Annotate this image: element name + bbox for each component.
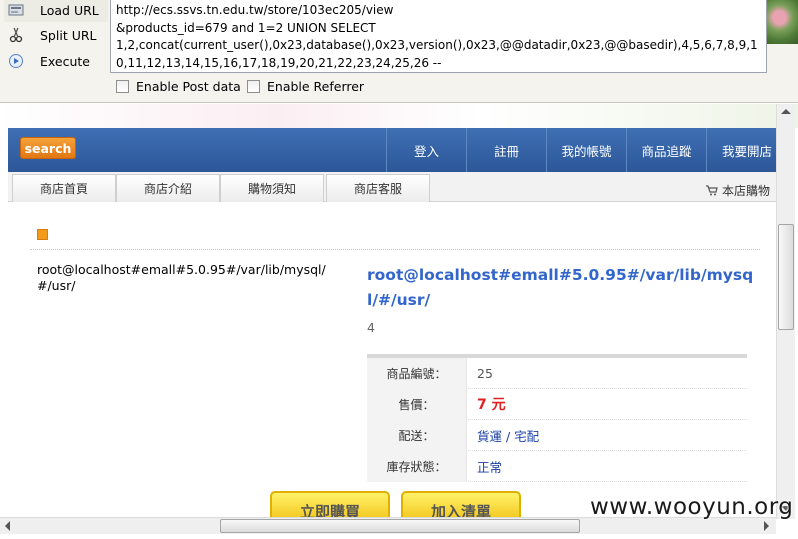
info-row-product-id: 商品編號： 25: [367, 357, 747, 389]
vertical-scroll-thumb[interactable]: [778, 224, 794, 330]
info-label: 庫存狀態：: [367, 450, 467, 482]
bullet-icon: [37, 229, 48, 240]
scroll-left-arrow-icon[interactable]: [5, 521, 10, 531]
product-subtitle: 4: [367, 320, 375, 335]
load-url-button[interactable]: Load URL: [4, 0, 108, 22]
cart-label: 本店購物: [722, 184, 771, 198]
tab-customer-service[interactable]: 商店客服: [326, 174, 430, 202]
checkbox-box[interactable]: [247, 80, 260, 93]
execute-button[interactable]: Execute: [4, 49, 108, 73]
scissors-icon: [8, 27, 24, 43]
execute-label: Execute: [40, 53, 90, 69]
tab-store-intro[interactable]: 商店介紹: [116, 174, 220, 202]
enable-post-label: Enable Post data: [136, 79, 241, 94]
tab-store-home[interactable]: 商店首頁: [12, 174, 116, 202]
info-row-price: 售價： 7 元: [367, 388, 747, 420]
store-cart-link[interactable]: 本店購物: [706, 182, 770, 199]
nav-register[interactable]: 註冊: [466, 128, 546, 172]
vertical-scrollbar[interactable]: [776, 104, 795, 519]
nav-login[interactable]: 登入: [386, 128, 466, 172]
divider: [30, 249, 760, 250]
enable-referrer-label: Enable Referrer: [267, 79, 365, 94]
execute-icon: [8, 53, 24, 69]
product-title: root@localhost#emall#5.0.95#/var/lib/mys…: [367, 266, 754, 309]
scroll-right-arrow-icon[interactable]: [764, 521, 769, 531]
info-value: 25: [477, 365, 493, 381]
scroll-up-arrow-icon[interactable]: [781, 109, 791, 114]
info-label: 商品編號：: [367, 357, 467, 389]
checkbox-box[interactable]: [116, 80, 129, 93]
cart-icon: [706, 185, 718, 196]
delivery-value[interactable]: 貨運 / 宅配: [467, 426, 539, 445]
url-textarea[interactable]: http://ecs.ssvs.tn.edu.tw/store/103ec205…: [110, 0, 767, 73]
split-url-button[interactable]: Split URL: [4, 23, 108, 47]
hackbar-panel: Load URL Split URL Execute http://ecs.ss…: [0, 0, 798, 103]
nav-my-account[interactable]: 我的帳號: [546, 128, 626, 172]
product-image-alt-text: root@localhost#emall#5.0.95#/var/lib/mys…: [37, 262, 326, 293]
flower-image: [767, 0, 798, 44]
stock-value: 正常: [477, 459, 503, 475]
horizontal-scroll-thumb[interactable]: [220, 519, 580, 533]
price-value: 7 元: [477, 397, 506, 413]
info-label: 售價：: [367, 388, 467, 420]
tab-shopping-notice[interactable]: 購物須知: [220, 174, 324, 202]
info-row-delivery: 配送： 貨運 / 宅配: [367, 419, 747, 451]
enable-post-checkbox[interactable]: Enable Post data: [116, 79, 241, 94]
search-button[interactable]: search: [20, 137, 76, 159]
nav-tracking[interactable]: 商品追蹤: [626, 128, 706, 172]
load-url-label: Load URL: [40, 2, 99, 18]
watermark: www.wooyun.org: [590, 494, 794, 520]
product-info-table: 商品編號： 25 售價： 7 元 配送： 貨運 / 宅配 庫存狀態： 正常: [367, 354, 747, 482]
nav-open-store[interactable]: 我要開店: [706, 128, 776, 172]
info-label: 配送：: [367, 419, 467, 451]
header-banner: [0, 104, 798, 128]
info-row-stock: 庫存狀態： 正常: [367, 450, 747, 482]
split-url-label: Split URL: [40, 27, 97, 43]
enable-referrer-checkbox[interactable]: Enable Referrer: [247, 79, 364, 94]
load-url-icon: [8, 2, 24, 18]
store-page: search 登入 註冊 我的帳號 商品追蹤 我要開店 商店首頁 商店介紹 購物…: [0, 104, 798, 539]
browser-window: Load URL Split URL Execute http://ecs.ss…: [0, 0, 798, 539]
